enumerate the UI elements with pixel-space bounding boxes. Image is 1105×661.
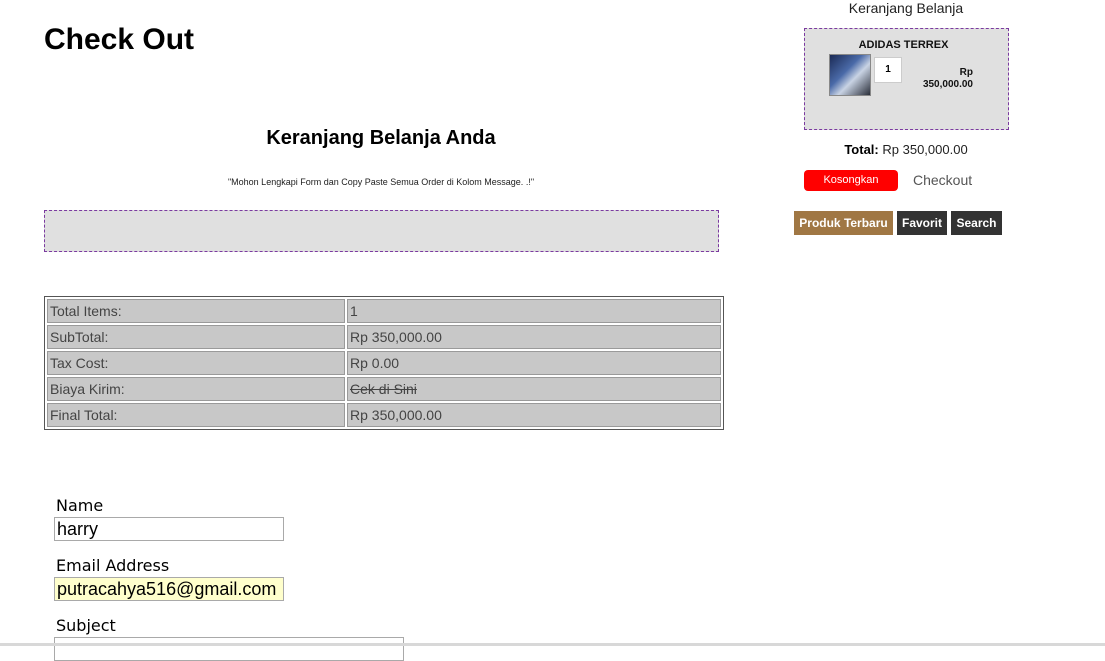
summary-label: Final Total: [47,403,345,427]
sidebar-cart-box: ADIDAS TERREX 1 Rp 350,000.00 [804,28,1009,130]
cart-heading: Keranjang Belanja Anda [266,127,496,149]
summary-value: Rp 0.00 [347,351,721,375]
subject-input[interactable] [54,637,404,661]
shipping-cost-link-cell: Cek di Sini [347,377,721,401]
table-row: Final Total: Rp 350,000.00 [47,403,721,427]
summary-value: Rp 350,000.00 [347,403,721,427]
sidebar-cart-title: Keranjang Belanja [848,0,964,16]
table-row: Total Items: 1 [47,299,721,323]
summary-label: SubTotal: [47,325,345,349]
sidebar-total: Total: Rp 350,000.00 [804,142,1008,157]
price-amount: 350,000.00 [922,79,973,90]
checkout-link[interactable]: Checkout [913,172,972,188]
email-label: Email Address [56,556,170,575]
price-currency: Rp [959,67,973,78]
summary-value: Rp 350,000.00 [347,325,721,349]
shipping-cost-link[interactable]: Cek di Sini [350,381,417,397]
email-input[interactable] [54,577,284,601]
quantity-field[interactable]: 1 [874,57,902,83]
sidebar-total-value: Rp 350,000.00 [882,142,968,157]
cart-note: "Mohon Lengkapi Form dan Copy Paste Semu… [227,177,535,187]
summary-label: Total Items: [47,299,345,323]
empty-cart-button[interactable]: Kosongkan [804,170,898,191]
order-summary-table: Total Items: 1 SubTotal: Rp 350,000.00 T… [44,296,724,430]
name-label: Name [56,496,104,515]
nav-button-produk-terbaru[interactable]: Produk Terbaru [794,211,893,235]
nav-button-favorit[interactable]: Favorit [897,211,947,235]
table-row: Tax Cost: Rp 0.00 [47,351,721,375]
nav-button-search[interactable]: Search [951,211,1002,235]
sidebar-product-price: Rp 350,000.00 [905,67,973,91]
cart-items-box [44,210,719,252]
sidebar-total-label: Total: [844,142,879,157]
page-title: Check Out [44,23,195,56]
name-input[interactable] [54,517,284,541]
summary-label: Tax Cost: [47,351,345,375]
table-row: Biaya Kirim: Cek di Sini [47,377,721,401]
summary-label: Biaya Kirim: [47,377,345,401]
sidebar-product-name[interactable]: ADIDAS TERREX [805,39,1002,51]
product-thumbnail[interactable] [829,54,871,96]
subject-label: Subject [56,616,116,635]
summary-value: 1 [347,299,721,323]
table-row: SubTotal: Rp 350,000.00 [47,325,721,349]
